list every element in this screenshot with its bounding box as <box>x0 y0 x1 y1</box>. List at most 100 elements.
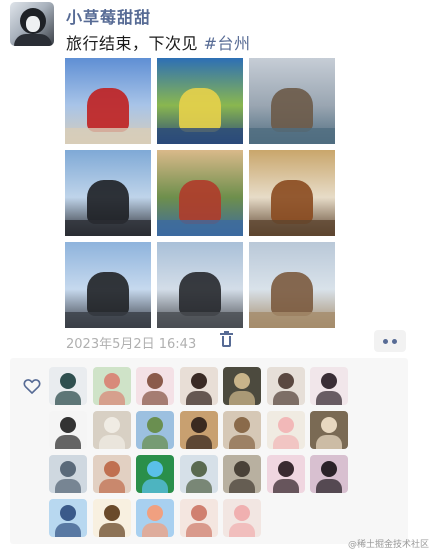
avatar-figure <box>190 373 207 389</box>
like-avatar-peach-girl[interactable] <box>179 499 218 537</box>
avatar-figure-body <box>316 391 342 405</box>
avatar-figure <box>321 461 337 477</box>
like-avatar-landscape[interactable] <box>136 411 174 449</box>
avatar-figure-body <box>185 479 212 493</box>
like-avatar-cartoon-couple[interactable] <box>136 499 174 537</box>
avatar-figure-body <box>98 523 125 537</box>
post-text-body: 旅行结束，下次见 <box>66 34 199 53</box>
like-avatar-tree-scene[interactable] <box>179 455 218 493</box>
avatar-figure-body <box>229 435 255 449</box>
avatar-figure-body <box>142 391 168 405</box>
like-avatar-cute-animal[interactable] <box>310 411 348 449</box>
photo-ground <box>157 128 243 144</box>
like-avatar-man-dark[interactable] <box>179 411 218 449</box>
avatar-figure <box>147 505 163 521</box>
photo-subject <box>87 180 129 224</box>
photo-cruise-ship[interactable] <box>65 58 151 144</box>
avatar-figure-body <box>98 479 125 493</box>
like-avatar-illustrated-girl[interactable] <box>136 367 174 405</box>
like-avatar-girl-cap[interactable] <box>49 455 87 493</box>
photo-ground <box>249 220 335 236</box>
avatar-figure-body <box>98 435 125 449</box>
like-avatar-sunglasses-girl[interactable] <box>310 455 348 493</box>
like-avatar-sketch-girl[interactable] <box>49 411 87 449</box>
avatar-figure <box>321 373 337 389</box>
photo-ground <box>65 128 151 144</box>
like-avatar-portrait[interactable] <box>266 367 305 405</box>
more-options-button[interactable] <box>374 330 406 352</box>
like-avatar-fluffy-cat[interactable] <box>92 411 131 449</box>
photo-grid <box>65 58 335 328</box>
like-avatar-pink-girl[interactable] <box>266 455 305 493</box>
like-avatar-hands-cards[interactable] <box>223 411 261 449</box>
avatar-figure <box>234 461 250 477</box>
avatar-figure <box>234 505 250 521</box>
photo-food-collage[interactable] <box>157 150 243 236</box>
delete-icon[interactable] <box>220 331 233 348</box>
post-timestamp: 2023年5月2日 16:43 <box>66 337 197 352</box>
hashtag-link[interactable]: #台州 <box>204 34 251 53</box>
photo-ground <box>65 220 151 236</box>
avatar-figure-body <box>185 523 212 537</box>
avatar-figure-body <box>272 391 299 405</box>
avatar-figure-body <box>272 435 299 449</box>
photo-collage-map[interactable] <box>157 58 243 144</box>
like-avatar-anime-girl[interactable] <box>92 367 131 405</box>
avatar-figure <box>321 417 337 433</box>
avatar-figure <box>103 461 120 477</box>
avatar-body <box>14 34 52 46</box>
avatar-figure <box>277 417 294 433</box>
avatar-figure-body <box>55 391 81 405</box>
avatar-figure <box>103 373 120 389</box>
dot-icon <box>383 339 388 344</box>
like-avatar-blue-figure[interactable] <box>49 499 87 537</box>
avatar-figure <box>60 417 76 433</box>
like-avatar-dark-scene[interactable] <box>223 367 261 405</box>
photo-ground <box>157 312 243 328</box>
photo-selfie-tripod[interactable] <box>157 242 243 328</box>
photo-subject <box>271 180 313 224</box>
avatar-figure <box>103 505 120 521</box>
avatar-figure <box>277 373 294 389</box>
photo-subject <box>271 88 313 132</box>
like-avatar-child[interactable] <box>92 455 131 493</box>
photo-ground <box>249 312 335 328</box>
avatar-figure <box>60 505 76 521</box>
avatar-figure-body <box>142 479 168 493</box>
avatar-figure-body <box>185 435 212 449</box>
avatar-figure-body <box>316 435 342 449</box>
likes-panel <box>10 358 408 544</box>
avatar-figure <box>234 417 250 433</box>
avatar-figure-body <box>55 479 81 493</box>
avatar-figure <box>190 505 207 521</box>
avatar-figure-body <box>229 479 255 493</box>
photo-subject <box>87 88 129 132</box>
photo-subject <box>179 180 221 224</box>
photo-sea-cliff[interactable] <box>249 58 335 144</box>
photo-selfie-sky[interactable] <box>65 242 151 328</box>
like-avatar-green-dot[interactable] <box>136 455 174 493</box>
avatar-figure-body <box>55 523 81 537</box>
photo-subject <box>179 88 221 132</box>
like-avatar-anime-dark-hair[interactable] <box>310 367 348 405</box>
avatar-figure-body <box>55 435 81 449</box>
like-avatar-cartoon-pig[interactable] <box>266 411 305 449</box>
avatar-figure <box>147 417 163 433</box>
photo-rock-coast[interactable] <box>249 242 335 328</box>
avatar-figure <box>147 373 163 389</box>
avatar-figure-body <box>272 479 299 493</box>
like-avatar-girl-mirror[interactable] <box>179 367 218 405</box>
photo-ground <box>249 128 335 144</box>
like-avatar-cartoon-boy[interactable] <box>92 499 131 537</box>
like-avatar-pig-plush[interactable] <box>223 499 261 537</box>
avatar-figure-body <box>185 391 212 405</box>
avatar-figure-body <box>98 391 125 405</box>
watermark: @稀土掘金技术社区 <box>348 540 430 550</box>
like-avatar-dog-photo[interactable] <box>223 455 261 493</box>
like-avatar-cat-doodle[interactable] <box>49 367 87 405</box>
username[interactable]: 小草莓甜甜 <box>66 4 151 28</box>
avatar-figure <box>60 461 76 477</box>
photo-selfie-sunglasses[interactable] <box>65 150 151 236</box>
photo-dinner-dishes[interactable] <box>249 150 335 236</box>
user-avatar[interactable] <box>10 2 54 46</box>
